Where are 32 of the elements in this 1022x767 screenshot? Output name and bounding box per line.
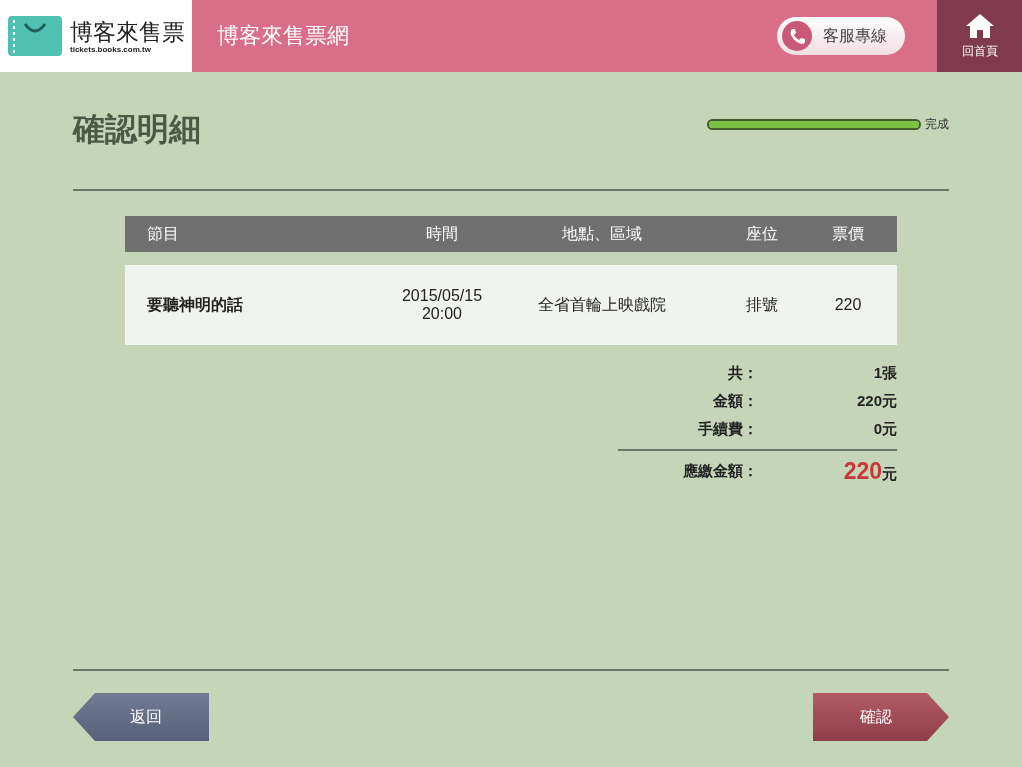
time-cell: 20:00	[421, 305, 462, 323]
site-title: 博客來售票網	[217, 22, 350, 50]
service-button[interactable]: 客服專線	[777, 17, 905, 55]
home-icon	[964, 12, 995, 39]
venue-cell-text: 全省首輪上映戲院	[537, 294, 667, 315]
total-value: 0元	[872, 419, 897, 439]
date-cell: 2015/05/15	[401, 287, 483, 305]
page-title: 確認明細	[73, 109, 201, 149]
column-header: 座位	[745, 223, 779, 244]
home-button[interactable]: 回首頁	[937, 0, 1022, 72]
column-header: 地點、區域	[561, 223, 643, 244]
seat-cell-text: 排號	[745, 294, 779, 315]
total-label: 共：	[727, 363, 758, 383]
total-label: 手續費：	[697, 419, 758, 439]
back-button[interactable]: 返回	[73, 693, 209, 741]
logo-url: tickets.books.com.tw	[70, 44, 152, 54]
grand-total-label: 應繳金額：	[682, 461, 758, 481]
progress-label: 完成	[925, 116, 949, 133]
currency-unit: 元	[882, 464, 897, 484]
logo-name: 博客來售票	[70, 18, 185, 45]
column-header: 節目	[146, 223, 180, 244]
column-header: 票價	[831, 223, 865, 244]
confirm-button[interactable]: 確認	[813, 693, 949, 741]
price-cell-text: 220	[833, 296, 863, 314]
program-cell-text: 要聽神明的話	[146, 294, 244, 315]
phone-icon	[781, 20, 813, 52]
total-label: 金額：	[712, 391, 758, 411]
grand-total-amount: 220	[843, 457, 882, 485]
total-value: 1張	[872, 363, 897, 383]
logo-icon	[6, 14, 64, 58]
total-value: 220元	[855, 391, 897, 411]
column-header: 時間	[425, 223, 459, 244]
